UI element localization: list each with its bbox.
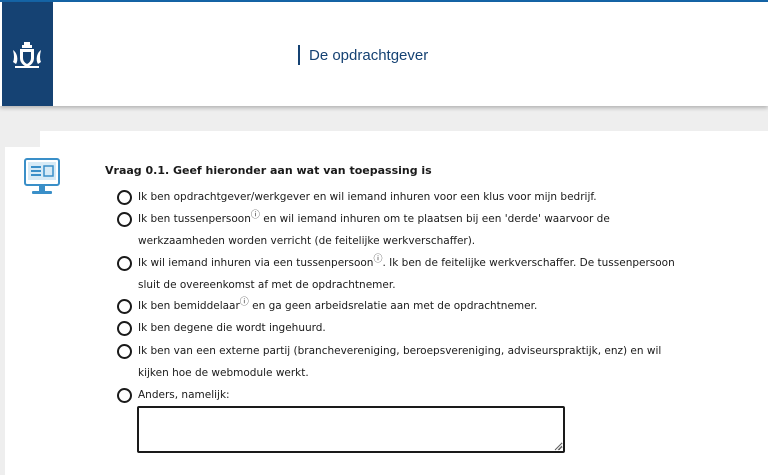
option-opdrachtgever[interactable]: Ik ben opdrachtgever/werkgever en wil ie… (117, 186, 738, 208)
anders-text-input[interactable] (137, 406, 565, 453)
question-title: Vraag 0.1. Geef hieronder aan wat van to… (105, 164, 432, 177)
page-title: De opdrachtgever (309, 46, 429, 64)
page-header: De opdrachtgever (0, 2, 768, 106)
radio-button[interactable] (117, 299, 132, 314)
radio-button[interactable] (117, 212, 132, 227)
option-via-tussenpersoon[interactable]: Ik wil iemand inhuren via een tussenpers… (117, 252, 738, 296)
coat-of-arms-icon (13, 42, 41, 68)
radio-button[interactable] (117, 256, 132, 271)
computer-form-icon (24, 158, 60, 194)
header-title: De opdrachtgever (298, 45, 428, 65)
option-bemiddelaar[interactable]: Ik ben bemiddelaarⓘ en ga geen arbeidsre… (117, 295, 738, 317)
resize-grip-icon[interactable] (553, 441, 563, 451)
option-label: Ik ben bemiddelaarⓘ en ga geen arbeidsre… (138, 297, 538, 312)
radio-button[interactable] (117, 321, 132, 336)
option-ingehuurd[interactable]: Ik ben degene die wordt ingehuurd. (117, 317, 738, 339)
title-separator (298, 45, 300, 65)
info-icon[interactable]: ⓘ (251, 211, 260, 221)
option-label: Ik ben van een externe partij (brancheve… (138, 345, 662, 379)
option-label: Ik ben opdrachtgever/werkgever en wil ie… (138, 191, 597, 203)
option-anders[interactable]: Anders, namelijk: (117, 384, 738, 406)
option-tussenpersoon[interactable]: Ik ben tussenpersoonⓘ en wil iemand inhu… (117, 208, 738, 252)
option-label: Ik ben degene die wordt ingehuurd. (138, 322, 326, 334)
radio-button[interactable] (117, 190, 132, 205)
option-externe-partij[interactable]: Ik ben van een externe partij (brancheve… (117, 340, 738, 384)
logo-bar (2, 2, 53, 106)
info-icon[interactable]: ⓘ (240, 298, 249, 308)
radio-button[interactable] (117, 344, 132, 359)
radio-button[interactable] (117, 388, 132, 403)
option-label: Ik ben tussenpersoonⓘ en wil iemand inhu… (138, 210, 610, 247)
option-label: Ik wil iemand inhuren via een tussenpers… (138, 254, 675, 291)
option-label: Anders, namelijk: (138, 389, 230, 401)
